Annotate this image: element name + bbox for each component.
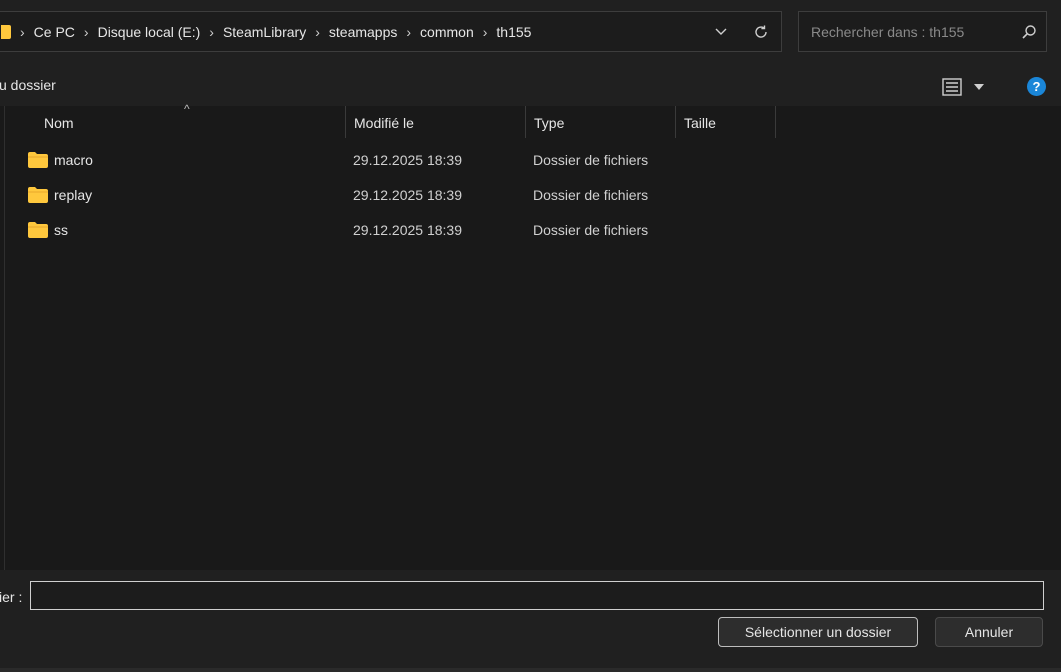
help-icon[interactable]: ?	[1027, 77, 1046, 96]
dialog-footer: ier : Sélectionner un dossier Annuler	[0, 570, 1061, 672]
breadcrumb-steamlibrary[interactable]: SteamLibrary	[223, 24, 306, 40]
column-header-size[interactable]: Taille	[676, 106, 775, 138]
chevron-right-icon[interactable]: ›	[406, 24, 411, 40]
chevron-right-icon[interactable]: ›	[315, 24, 320, 40]
chevron-down-icon	[974, 84, 984, 90]
file-modified: 29.12.2025 18:39	[353, 222, 462, 238]
list-item[interactable]: ss 29.12.2025 18:39 Dossier de fichiers	[0, 213, 780, 248]
folder-icon	[28, 222, 48, 238]
file-list: macro 29.12.2025 18:39 Dossier de fichie…	[0, 143, 780, 248]
chevron-right-icon[interactable]: ›	[84, 24, 89, 40]
folder-icon	[28, 187, 48, 203]
details-view-icon	[942, 78, 962, 96]
refresh-button[interactable]	[741, 12, 781, 51]
folder-icon	[28, 152, 48, 168]
title-navigation-bar: › Ce PC › Disque local (E:) › SteamLibra…	[0, 0, 1061, 66]
address-history-button[interactable]	[701, 12, 741, 51]
cancel-button[interactable]: Annuler	[935, 617, 1043, 647]
chevron-down-icon	[715, 28, 727, 35]
file-name: macro	[54, 152, 93, 168]
file-modified: 29.12.2025 18:39	[353, 152, 462, 168]
folder-name-label: ier :	[0, 589, 23, 605]
file-type: Dossier de fichiers	[533, 152, 649, 168]
new-folder-button[interactable]: u dossier	[0, 77, 56, 93]
breadcrumb-th155[interactable]: th155	[496, 24, 531, 40]
list-item[interactable]: macro 29.12.2025 18:39 Dossier de fichie…	[0, 143, 780, 178]
column-headers: ^ Nom Modifié le Type Taille	[0, 102, 780, 138]
folder-name-field[interactable]	[30, 581, 1044, 610]
refresh-icon	[755, 25, 767, 38]
file-list-pane: ^ Nom Modifié le Type Taille macro 29.12…	[0, 102, 1061, 570]
folder-icon	[1, 24, 11, 39]
breadcrumb: › Ce PC › Disque local (E:) › SteamLibra…	[0, 12, 701, 51]
file-modified: 29.12.2025 18:39	[353, 187, 462, 203]
column-header-name[interactable]: Nom	[36, 106, 345, 138]
column-divider[interactable]	[775, 106, 776, 138]
chevron-right-icon[interactable]: ›	[20, 24, 25, 40]
breadcrumb-disque-local[interactable]: Disque local (E:)	[98, 24, 201, 40]
file-name: ss	[54, 222, 68, 238]
search-icon[interactable]	[1012, 24, 1046, 40]
breadcrumb-steamapps[interactable]: steamapps	[329, 24, 397, 40]
column-header-type[interactable]: Type	[526, 106, 675, 138]
address-bar[interactable]: › Ce PC › Disque local (E:) › SteamLibra…	[0, 11, 782, 52]
select-folder-button[interactable]: Sélectionner un dossier	[718, 617, 918, 647]
search-box[interactable]	[798, 11, 1047, 52]
view-options-button[interactable]	[942, 74, 1002, 100]
chevron-right-icon[interactable]: ›	[209, 24, 214, 40]
file-type: Dossier de fichiers	[533, 187, 649, 203]
command-bar: u dossier ?	[0, 66, 1061, 106]
taskbar-edge	[0, 668, 1061, 672]
file-name: replay	[54, 187, 93, 203]
chevron-right-icon[interactable]: ›	[483, 24, 488, 40]
breadcrumb-ce-pc[interactable]: Ce PC	[34, 24, 75, 40]
list-item[interactable]: replay 29.12.2025 18:39 Dossier de fichi…	[0, 178, 780, 213]
column-header-modified[interactable]: Modifié le	[346, 106, 525, 138]
file-type: Dossier de fichiers	[533, 222, 649, 238]
search-input[interactable]	[809, 22, 1012, 41]
breadcrumb-common[interactable]: common	[420, 24, 474, 40]
